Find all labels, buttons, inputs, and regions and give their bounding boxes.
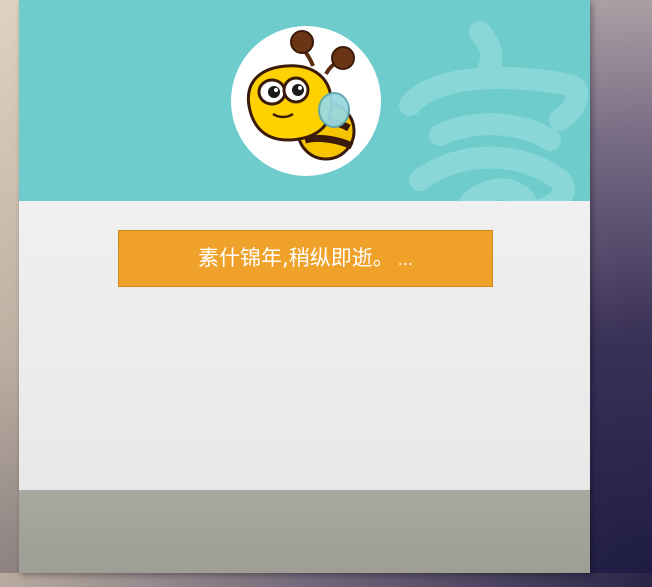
motto-text: 素什锦年,稍纵即逝。	[198, 246, 394, 270]
profile-card: 素什锦年,稍纵即逝。...	[19, 0, 590, 573]
motto-button[interactable]: 素什锦年,稍纵即逝。...	[118, 230, 493, 287]
profile-footer	[19, 490, 590, 573]
profile-content: 素什锦年,稍纵即逝。...	[19, 201, 590, 490]
desktop-background-bottom	[0, 573, 652, 587]
motto-ellipsis: ...	[397, 250, 413, 269]
calligraphy-watermark-icon	[399, 21, 589, 201]
avatar[interactable]	[231, 26, 381, 176]
desktop-background	[0, 0, 20, 587]
bee-mascot-icon	[246, 30, 356, 161]
profile-header	[19, 0, 590, 201]
